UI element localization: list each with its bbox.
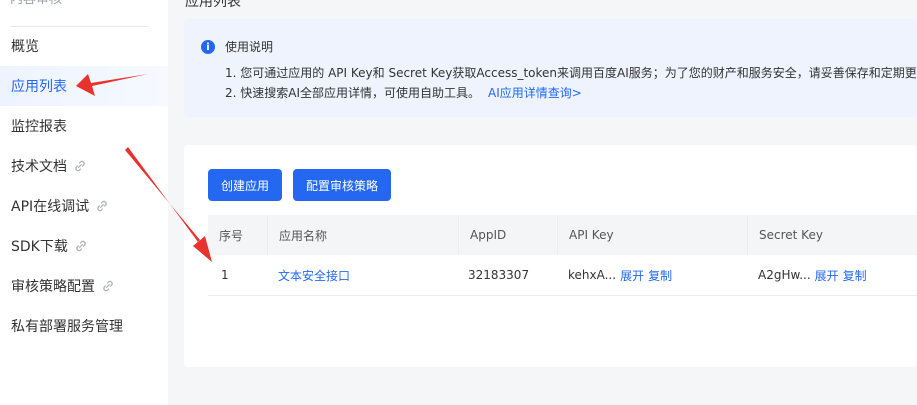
sidebar-item-label: 监控报表 bbox=[11, 119, 67, 135]
notice-title: 使用说明 bbox=[225, 40, 274, 54]
sidebar-item-sdk-download[interactable]: SDK下载 bbox=[0, 226, 168, 266]
cell-index: 1 bbox=[221, 268, 229, 282]
table-row: 1 文本安全接口 32183307 kehxA... 展开 复制 A2gHw..… bbox=[208, 255, 917, 296]
sidebar-item-label: 审核策略配置 bbox=[11, 279, 95, 295]
cell-api-key: kehxA... 展开 复制 bbox=[568, 255, 672, 295]
sidebar-item-api-debug[interactable]: API在线调试 bbox=[0, 186, 168, 226]
column-header-api-key: API Key bbox=[557, 215, 747, 255]
app-list-card: 创建应用 配置审核策略 序号 应用名称 AppID API Key Secret… bbox=[184, 145, 917, 367]
sidebar-item-strategy-config[interactable]: 审核策略配置 bbox=[0, 266, 168, 306]
sidebar: 内容审核 概览 应用列表 监控报表 技术文档 API在线调试 SDK下载 审核策… bbox=[0, 0, 168, 405]
sidebar-item-tech-docs[interactable]: 技术文档 bbox=[0, 146, 168, 186]
info-icon: i bbox=[201, 40, 215, 54]
cell-secret-key: A2gHw... 展开 复制 bbox=[758, 255, 867, 295]
column-header-index: 序号 bbox=[219, 228, 244, 243]
cell-app-name: 文本安全接口 bbox=[278, 255, 350, 295]
page-title: 应用列表 bbox=[185, 0, 241, 10]
notice-line-2: 2. 快速搜索AI全部应用详情，可使用自助工具。 AI应用详情查询> bbox=[225, 84, 582, 101]
sidebar-item-private-deploy[interactable]: 私有部署服务管理 bbox=[0, 306, 168, 346]
secret-key-value: A2gHw... bbox=[758, 268, 811, 282]
sidebar-item-label: 应用列表 bbox=[11, 79, 67, 95]
column-header-app-id: AppID bbox=[458, 215, 557, 255]
configure-strategy-button[interactable]: 配置审核策略 bbox=[293, 169, 391, 201]
sidebar-item-label: API在线调试 bbox=[11, 199, 90, 215]
sidebar-item-overview[interactable]: 概览 bbox=[0, 26, 168, 66]
secret-key-expand-link[interactable]: 展开 bbox=[815, 267, 839, 284]
api-key-value: kehxA... bbox=[568, 268, 617, 282]
link-icon bbox=[74, 239, 88, 253]
app-detail-query-link[interactable]: AI应用详情查询> bbox=[488, 86, 582, 100]
link-icon bbox=[95, 199, 109, 213]
column-header-app-name: 应用名称 bbox=[267, 215, 458, 255]
link-icon bbox=[73, 159, 87, 173]
sidebar-item-label: 技术文档 bbox=[11, 159, 67, 175]
sidebar-item-label: 私有部署服务管理 bbox=[11, 319, 123, 335]
sidebar-item-label: SDK下载 bbox=[11, 239, 68, 255]
sidebar-section-title: 内容审核 bbox=[10, 0, 62, 8]
create-app-button[interactable]: 创建应用 bbox=[208, 169, 282, 201]
notice-line-2-text: 2. 快速搜索AI全部应用详情，可使用自助工具。 bbox=[225, 86, 481, 100]
notice-line-1: 1. 您可通过应用的 API Key和 Secret Key获取Access_t… bbox=[225, 66, 917, 80]
table-header: 序号 应用名称 AppID API Key Secret Key bbox=[208, 215, 917, 255]
sidebar-item-label: 概览 bbox=[11, 39, 39, 55]
usage-notice: i 使用说明 1. 您可通过应用的 API Key和 Secret Key获取A… bbox=[184, 19, 917, 117]
api-key-expand-link[interactable]: 展开 bbox=[620, 267, 644, 284]
link-icon bbox=[101, 279, 115, 293]
sidebar-item-monitor-report[interactable]: 监控报表 bbox=[0, 106, 168, 146]
secret-key-copy-link[interactable]: 复制 bbox=[843, 267, 867, 284]
cell-app-id: 32183307 bbox=[468, 268, 530, 282]
sidebar-item-app-list[interactable]: 应用列表 bbox=[0, 66, 168, 106]
api-key-copy-link[interactable]: 复制 bbox=[648, 267, 672, 284]
app-name-link[interactable]: 文本安全接口 bbox=[278, 267, 350, 284]
column-header-secret-key: Secret Key bbox=[747, 215, 917, 255]
